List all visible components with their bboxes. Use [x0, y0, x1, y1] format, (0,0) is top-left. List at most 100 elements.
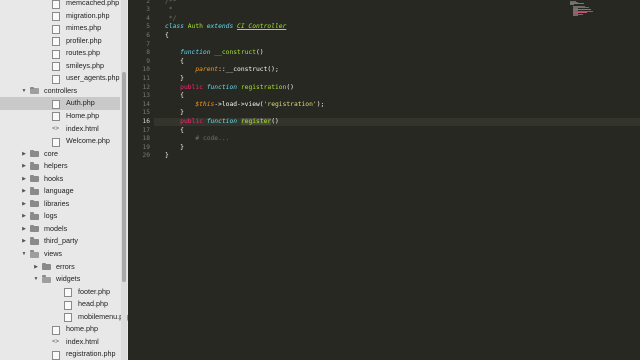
folder-icon — [30, 86, 39, 95]
code-line[interactable]: */ — [165, 15, 177, 24]
chevron-right-icon[interactable]: ▶ — [20, 185, 28, 198]
tree-item-label: mimes.php — [66, 23, 102, 33]
html-file-icon: <> — [52, 338, 60, 346]
tree-file[interactable]: routes.php — [0, 47, 120, 60]
tree-folder[interactable]: ▶ language — [0, 185, 120, 198]
tree-folder[interactable]: ▶ core — [0, 148, 120, 161]
code-token: CI_Controller — [237, 23, 287, 31]
code-line[interactable]: { — [165, 127, 184, 136]
tree-item-label: Auth.php — [66, 98, 95, 108]
code-line[interactable]: } — [165, 144, 184, 153]
line-number: 7 — [146, 40, 150, 48]
code-token: ->load->view( — [214, 100, 264, 108]
code-token: ); — [316, 100, 325, 108]
tree-folder[interactable]: ▶ models — [0, 223, 120, 236]
folder-icon — [42, 275, 51, 283]
tree-item-label: head.php — [78, 299, 108, 309]
chevron-down-icon[interactable]: ▼ — [32, 273, 40, 286]
sidebar-scrollbar-thumb[interactable] — [122, 72, 126, 282]
code-line[interactable]: { — [165, 32, 169, 41]
code-line[interactable]: function __construct() — [165, 49, 263, 58]
tree-folder[interactable]: ▼ views — [0, 248, 120, 261]
tree-item-label: smileys.php — [66, 60, 104, 70]
chevron-right-icon[interactable]: ▶ — [20, 148, 28, 161]
folder-icon — [30, 149, 39, 158]
chevron-right-icon[interactable]: ▶ — [20, 235, 28, 248]
code-token: public — [180, 83, 203, 91]
tree-item-label: footer.php — [78, 286, 110, 296]
tree-folder[interactable]: ▶ hooks — [0, 173, 120, 186]
tree-folder[interactable]: ▼ controllers — [0, 85, 120, 98]
tree-file[interactable]: Auth.php — [0, 97, 120, 110]
chevron-right-icon[interactable]: ▶ — [20, 173, 28, 186]
tree-folder[interactable]: ▶ libraries — [0, 198, 120, 211]
code-token: extends — [202, 23, 238, 31]
line-number: 13 — [142, 92, 150, 100]
code-line[interactable]: public function registration() — [165, 84, 294, 93]
tree-folder[interactable]: ▶ logs — [0, 210, 120, 223]
code-token: /** — [165, 0, 177, 5]
code-line[interactable]: $this->load->view('registration'); — [165, 101, 324, 110]
tree-item-label: profiler.php — [66, 35, 102, 45]
code-token: class — [165, 23, 188, 31]
tree-file[interactable]: migration.php — [0, 10, 120, 23]
code-line[interactable]: } — [165, 109, 184, 118]
tree-item-label: widgets — [56, 274, 81, 284]
line-number: 20 — [142, 152, 150, 160]
code-line[interactable]: } — [165, 75, 184, 84]
code-token: registration — [240, 83, 287, 91]
line-number: 16 — [142, 117, 150, 125]
code-line[interactable]: } — [165, 152, 169, 161]
tree-file[interactable]: footer.php — [0, 286, 120, 299]
folder-icon — [30, 212, 39, 220]
tree-file[interactable]: smileys.php — [0, 60, 120, 73]
tree-item-label: helpers — [44, 161, 68, 171]
tree-file[interactable]: mobilemenu.php — [0, 311, 128, 324]
code-line[interactable]: public function register() — [165, 117, 279, 127]
folder-icon — [30, 224, 39, 233]
minimap[interactable] — [570, 0, 610, 17]
code-token: public — [180, 117, 203, 125]
chevron-right-icon[interactable]: ▶ — [20, 160, 28, 173]
file-icon — [64, 288, 72, 298]
tree-file[interactable]: Welcome.php — [0, 135, 120, 148]
tree-file[interactable]: memcached.php — [0, 0, 120, 10]
tree-file[interactable]: registration.php — [0, 348, 120, 360]
file-icon — [52, 99, 60, 109]
code-token: { — [165, 126, 184, 134]
chevron-down-icon[interactable]: ▼ — [20, 248, 28, 261]
code-editor[interactable]: 2 3 4 5 6 7 8 9 10 11 12 13 14 15 16 17 18 19 20 /** * */c… — [128, 0, 640, 360]
line-number: 6 — [146, 31, 150, 39]
tree-file[interactable]: home.php — [0, 323, 120, 336]
code-line[interactable]: parent::__construct(); — [165, 66, 278, 75]
tree-file[interactable]: head.php — [0, 298, 120, 311]
code-line[interactable]: * — [165, 6, 173, 15]
tree-file[interactable]: mimes.php — [0, 22, 120, 35]
code-line[interactable]: # code... — [165, 135, 229, 144]
tree-folder[interactable]: ▶ third_party — [0, 235, 120, 248]
chevron-right-icon[interactable]: ▶ — [20, 210, 28, 223]
tree-folder[interactable]: ▼ widgets — [0, 273, 120, 286]
tree-file[interactable]: profiler.php — [0, 35, 120, 48]
tree-item-label: user_agents.php — [66, 73, 120, 83]
code-line[interactable]: class Auth extends CI_Controller — [165, 23, 286, 32]
tree-file[interactable]: Home.php — [0, 110, 120, 123]
tree-file[interactable]: <> index.html — [0, 123, 120, 136]
chevron-right-icon[interactable]: ▶ — [32, 261, 40, 274]
tree-folder[interactable]: ▶ helpers — [0, 160, 120, 173]
chevron-right-icon[interactable]: ▶ — [20, 223, 28, 236]
code-token: function — [206, 117, 238, 125]
code-token: { — [165, 92, 184, 100]
tree-file[interactable]: user_agents.php — [0, 72, 120, 85]
chevron-down-icon[interactable]: ▼ — [20, 85, 28, 98]
file-icon — [64, 300, 72, 310]
tree-item-label: controllers — [44, 85, 78, 95]
tree-file[interactable]: <> index.html — [0, 336, 120, 349]
code-line[interactable]: { — [165, 58, 184, 67]
code-token: } — [165, 74, 184, 82]
tree-folder[interactable]: ▶ errors — [0, 261, 120, 274]
chevron-right-icon[interactable]: ▶ — [20, 198, 28, 211]
code-line[interactable]: { — [165, 92, 184, 101]
folder-icon — [30, 162, 39, 170]
